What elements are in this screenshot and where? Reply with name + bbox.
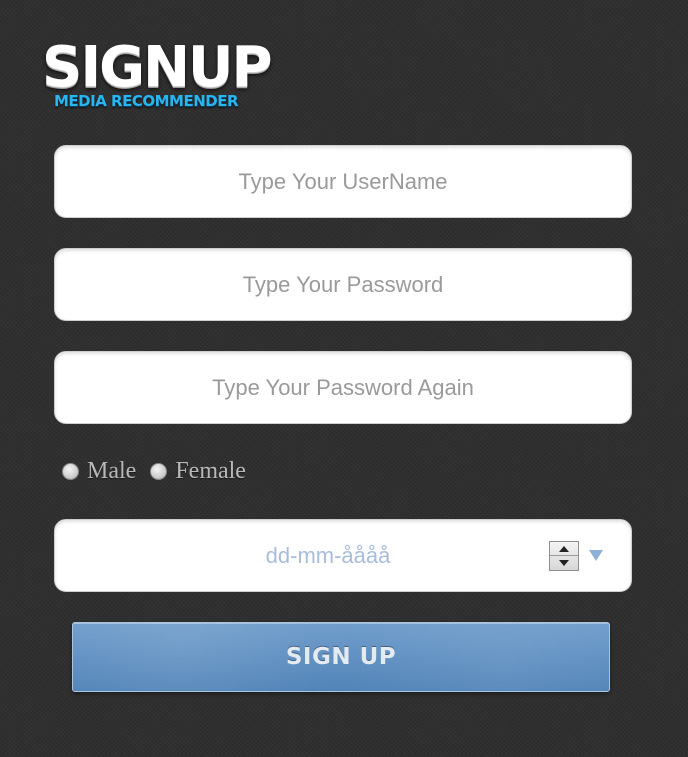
password-input[interactable] (55, 249, 631, 320)
birthdate-input[interactable]: dd-mm-åååå (54, 519, 632, 592)
logo-subtitle: MEDIA RECOMMENDER (54, 92, 239, 110)
password-again-field-container (54, 351, 632, 424)
username-input[interactable] (55, 146, 631, 217)
female-radio-button[interactable] (150, 462, 168, 480)
triangle-up-icon (559, 545, 569, 552)
male-radio-button[interactable] (62, 462, 79, 480)
signup-button[interactable]: SIGN UP (72, 622, 610, 692)
password-field-container (54, 248, 632, 321)
gender-option-female[interactable]: Female (150, 458, 246, 485)
date-placeholder: dd-mm-åååå (265, 542, 391, 568)
female-label: Female (175, 457, 246, 484)
spinner-down-button[interactable] (550, 556, 578, 570)
dropdown-arrow-icon[interactable] (589, 550, 603, 561)
signup-logo: SIGNUP MEDIA RECOMMENDER (42, 38, 302, 118)
spinner-up-button[interactable] (550, 542, 578, 556)
signup-button-label: SIGN UP (285, 644, 397, 670)
password-again-input[interactable] (55, 352, 631, 423)
spinner-icon[interactable] (549, 541, 579, 571)
male-label: Male (87, 457, 137, 484)
triangle-down-icon (559, 560, 569, 566)
gender-option-male[interactable]: Male (62, 458, 136, 485)
gender-radio-group: Male Female (62, 455, 260, 487)
logo-title: SIGNUP (42, 35, 273, 100)
username-field-container (54, 145, 632, 218)
